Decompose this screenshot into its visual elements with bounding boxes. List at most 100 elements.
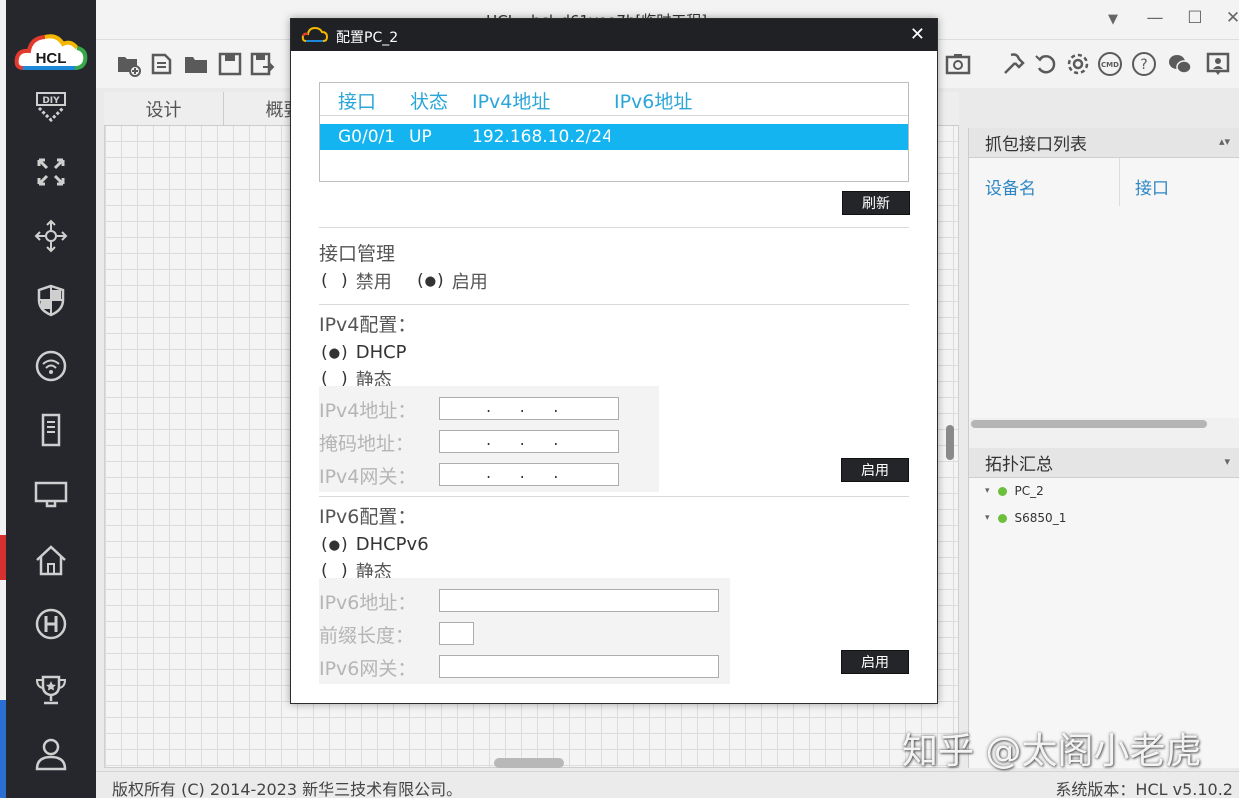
column-device-name[interactable]: 设备名 bbox=[985, 174, 1036, 199]
header-ipv6: IPv6地址 bbox=[614, 91, 693, 113]
interface-table: 接口 状态 IPv4地址 IPv6地址 G0/0/1 UP 192.168.10… bbox=[319, 82, 909, 182]
prefix-length-label: 前缀长度： bbox=[319, 625, 415, 647]
status-dot-icon bbox=[997, 513, 1007, 523]
hcl-logo: HCL bbox=[13, 28, 89, 82]
user-icon[interactable] bbox=[29, 732, 73, 776]
status-bar: 版权所有 (C) 2014-2023 新华三技术有限公司。 系统版本：HCL v… bbox=[96, 771, 1239, 798]
firewall-icon[interactable] bbox=[29, 278, 73, 322]
svg-text:?: ? bbox=[1140, 57, 1147, 73]
dialog-titlebar: 配置PC_2 ✕ bbox=[291, 19, 937, 51]
column-separator bbox=[1119, 158, 1120, 206]
help-icon[interactable]: ? bbox=[1130, 50, 1158, 78]
ipv4-address-label: IPv4地址： bbox=[319, 400, 417, 422]
capture-list-scrollbar[interactable] bbox=[971, 420, 1207, 428]
home-icon[interactable] bbox=[29, 538, 73, 582]
switch-icon[interactable] bbox=[29, 214, 73, 258]
hcl-cloud-icon bbox=[301, 26, 329, 44]
ipv4-config-label: IPv4配置： bbox=[319, 314, 417, 336]
save-icon[interactable] bbox=[216, 50, 244, 78]
interface-table-header: 接口 状态 IPv4地址 IPv6地址 bbox=[320, 83, 908, 116]
menu-dropdown-icon[interactable]: ▼ bbox=[1101, 12, 1125, 27]
device-sidebar: HCL DIY bbox=[6, 0, 96, 798]
interface-mgmt-label: 接口管理 bbox=[319, 243, 396, 265]
capture-panel-header[interactable]: 抓包接口列表 ▴▾ bbox=[969, 128, 1239, 158]
cell-interface: G0/0/1 bbox=[338, 127, 396, 147]
tab-design[interactable]: 设计 bbox=[104, 92, 224, 126]
enable-radio-label: 启用 bbox=[451, 272, 488, 293]
folder-icon[interactable] bbox=[182, 50, 210, 78]
wechat-icon[interactable] bbox=[1166, 50, 1194, 78]
trophy-icon[interactable] bbox=[29, 668, 73, 712]
minimize-icon[interactable]: — bbox=[1143, 8, 1167, 28]
prefix-length-input[interactable] bbox=[439, 622, 474, 645]
canvas-horizontal-scrollbar[interactable] bbox=[494, 758, 564, 768]
chevron-down-icon[interactable]: ▾ bbox=[1224, 455, 1230, 468]
collapse-icon[interactable]: ▴▾ bbox=[1219, 135, 1230, 148]
ipv6-address-input[interactable] bbox=[439, 589, 719, 612]
ipv6-config-label: IPv6配置： bbox=[319, 506, 417, 528]
radio-checked-icon[interactable]: (●) bbox=[415, 271, 446, 291]
undo-icon[interactable] bbox=[1032, 50, 1060, 78]
disable-radio-label: 禁用 bbox=[355, 272, 392, 293]
ipv4-dhcp-radio[interactable]: (●) DHCP bbox=[319, 342, 407, 363]
close-window-icon[interactable]: ✕ bbox=[1221, 8, 1239, 28]
wireless-icon[interactable] bbox=[29, 344, 73, 388]
new-project-icon[interactable] bbox=[114, 50, 142, 78]
radio-unchecked-icon[interactable]: ( ) bbox=[319, 271, 350, 291]
ipv6-gateway-label: IPv6网关： bbox=[319, 658, 417, 680]
hub-icon[interactable] bbox=[29, 602, 73, 646]
cmd-icon[interactable]: CMD bbox=[1096, 50, 1124, 78]
topology-panel-title: 拓扑汇总 bbox=[985, 455, 1053, 475]
ipv4-address-input[interactable]: . . . bbox=[439, 397, 619, 420]
svg-text:HCL: HCL bbox=[36, 50, 67, 67]
copyright-text: 版权所有 (C) 2014-2023 新华三技术有限公司。 bbox=[112, 780, 463, 798]
diy-icon[interactable]: DIY bbox=[29, 84, 73, 128]
topology-item-label: S6850_1 bbox=[1014, 511, 1067, 525]
ipv6-static-fields: IPv6地址： 前缀长度： IPv6网关： bbox=[319, 578, 730, 684]
server-icon[interactable] bbox=[29, 408, 73, 452]
save-as-icon[interactable] bbox=[248, 50, 276, 78]
watermark: 知乎 @太阁小老虎 bbox=[902, 731, 1202, 772]
table-row[interactable]: G0/0/1 UP 192.168.10.2/24 bbox=[320, 124, 908, 150]
disable-radio[interactable]: ( ) 禁用 bbox=[319, 268, 392, 294]
dialog-title: 配置PC_2 bbox=[336, 30, 399, 46]
router-icon[interactable] bbox=[29, 150, 73, 194]
expand-arrow-icon[interactable]: ▾ bbox=[985, 513, 990, 523]
mask-address-input[interactable]: . . . bbox=[439, 430, 619, 453]
version-text: 系统版本：HCL v5.10.2 bbox=[1055, 780, 1233, 798]
ipv4-apply-button[interactable]: 启用 bbox=[841, 458, 909, 482]
topology-item[interactable]: ▾ PC_2 bbox=[985, 484, 1044, 498]
header-interface: 接口 bbox=[338, 91, 377, 113]
refresh-button[interactable]: 刷新 bbox=[842, 191, 910, 215]
column-interface[interactable]: 接口 bbox=[1135, 174, 1169, 199]
header-status: 状态 bbox=[410, 91, 449, 113]
radio-checked-icon[interactable]: (●) bbox=[319, 343, 350, 363]
terminal-icon[interactable] bbox=[29, 472, 73, 516]
maximize-icon[interactable]: ☐ bbox=[1183, 8, 1207, 28]
divider bbox=[319, 227, 909, 228]
capture-panel-title: 抓包接口列表 bbox=[985, 135, 1087, 155]
contact-icon[interactable] bbox=[1204, 50, 1232, 78]
radio-checked-icon[interactable]: (●) bbox=[319, 535, 350, 555]
ipv4-static-fields: IPv4地址： . . . 掩码地址： . . . IPv4网关： . . . bbox=[319, 386, 659, 492]
right-panel: 抓包接口列表 ▴▾ 设备名 接口 拓扑汇总 ▾ ▾ PC_2 ▾ S6850_1 bbox=[968, 128, 1239, 768]
ipv6-dhcp-radio[interactable]: (●) DHCPv6 bbox=[319, 534, 429, 555]
ipv6-dhcp-label: DHCPv6 bbox=[355, 534, 429, 555]
enable-radio[interactable]: (●) 启用 bbox=[415, 268, 488, 294]
open-project-icon[interactable] bbox=[148, 50, 176, 78]
svg-text:CMD: CMD bbox=[1101, 61, 1119, 69]
topology-item-label: PC_2 bbox=[1014, 484, 1044, 498]
tools-icon[interactable] bbox=[1000, 50, 1028, 78]
canvas-vertical-scrollbar[interactable] bbox=[946, 425, 954, 460]
ipv6-apply-button[interactable]: 启用 bbox=[841, 650, 909, 674]
ipv4-gateway-input[interactable]: . . . bbox=[439, 463, 619, 486]
expand-arrow-icon[interactable]: ▾ bbox=[985, 486, 990, 496]
ipv6-address-label: IPv6地址： bbox=[319, 592, 417, 614]
camera-icon[interactable] bbox=[944, 50, 972, 78]
topology-item[interactable]: ▾ S6850_1 bbox=[985, 511, 1066, 525]
close-icon[interactable]: ✕ bbox=[910, 24, 925, 45]
topology-panel-header[interactable]: 拓扑汇总 ▾ bbox=[969, 448, 1239, 478]
ipv6-gateway-input[interactable] bbox=[439, 655, 719, 678]
status-dot-icon bbox=[997, 486, 1007, 496]
settings-icon[interactable] bbox=[1064, 50, 1092, 78]
